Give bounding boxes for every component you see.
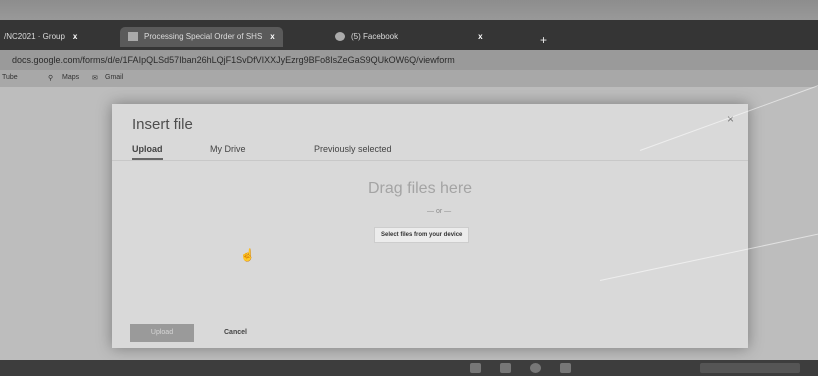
tab-label: Processing Special Order of SHS	[144, 32, 263, 41]
close-icon[interactable]: x	[73, 32, 77, 41]
new-tab-button[interactable]: +	[540, 33, 547, 47]
tab-my-drive[interactable]: My Drive	[210, 144, 246, 154]
forms-favicon-icon	[128, 32, 138, 42]
drag-files-text: Drag files here	[368, 180, 473, 197]
taskbar-app-icon[interactable]	[500, 363, 511, 373]
insert-file-dialog: Insert file × Upload My Drive Previously…	[112, 104, 748, 348]
map-pin-icon: ⚲	[48, 75, 54, 82]
bookmarks-bar: Tube ⚲ Maps ✉ Gmail	[0, 70, 818, 87]
url-text[interactable]: docs.google.com/forms/d/e/1FAIpQLSd57Iba…	[12, 55, 455, 65]
bookmark-maps[interactable]: Maps	[62, 74, 79, 81]
browser-tab-2[interactable]: Processing Special Order of SHS x	[120, 27, 283, 47]
dialog-tabs: Upload My Drive Previously selected	[112, 140, 748, 161]
taskbar-app-icon[interactable]	[560, 363, 571, 373]
browser-tab-bar: /NC2021 · Group x Processing Special Orde…	[0, 20, 818, 50]
address-bar[interactable]: docs.google.com/forms/d/e/1FAIpQLSd57Iba…	[0, 50, 818, 70]
bookmark-youtube[interactable]: Tube	[2, 74, 18, 81]
mail-icon: ✉	[92, 75, 98, 82]
bookmark-gmail[interactable]: Gmail	[105, 74, 123, 81]
close-icon[interactable]: x	[478, 32, 482, 41]
dialog-title: Insert file	[132, 116, 193, 133]
browser-tab-3[interactable]: (5) Facebook x	[335, 27, 483, 47]
screen: /NC2021 · Group x Processing Special Orde…	[0, 0, 818, 376]
tab-label: /NC2021 · Group	[4, 32, 65, 41]
select-files-button[interactable]: Select files from your device	[374, 227, 470, 243]
system-tray[interactable]	[700, 363, 800, 373]
taskbar	[0, 360, 818, 376]
tab-upload[interactable]: Upload	[132, 144, 163, 160]
browser-tab-1[interactable]: /NC2021 · Group x	[4, 27, 77, 47]
chrome-icon[interactable]	[530, 363, 541, 373]
tab-previously-selected[interactable]: Previously selected	[314, 144, 392, 154]
tab-label: (5) Facebook	[351, 32, 399, 41]
or-separator: — or —	[427, 208, 452, 215]
close-icon[interactable]: x	[270, 32, 274, 41]
cancel-button[interactable]: Cancel	[224, 329, 247, 336]
taskbar-app-icon[interactable]	[470, 363, 481, 373]
close-icon[interactable]: ×	[727, 112, 734, 126]
upload-button[interactable]: Upload	[130, 324, 194, 342]
dialog-footer: Upload Cancel	[112, 318, 748, 348]
facebook-favicon-icon	[335, 32, 345, 42]
hand-cursor-icon: ☝	[240, 248, 255, 262]
drop-zone[interactable]: Drag files here — or — Select files from…	[112, 162, 748, 308]
